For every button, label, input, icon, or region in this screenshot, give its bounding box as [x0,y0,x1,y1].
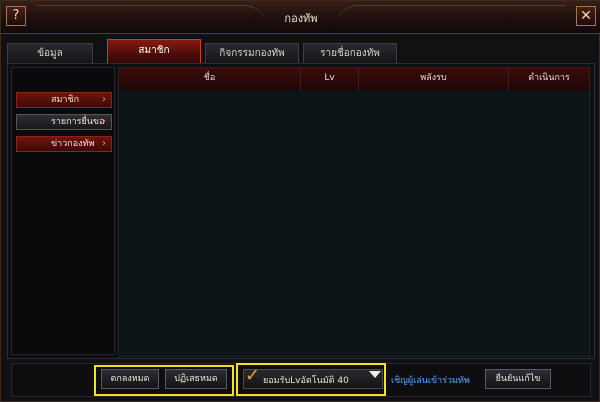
title-bar: กองทัพ ? ✕ [1,1,600,34]
sidebar-item-members[interactable]: สมาชิก › [16,92,112,108]
guild-window: กองทัพ ? ✕ ข้อมูล สมาชิก กิจกรรมกองทัพ ร… [0,0,600,402]
column-header-level[interactable]: Lv [301,68,359,90]
sidebar-item-guild-news[interactable]: ข่าวกองทัพ › [16,136,112,152]
sidebar-item-applications[interactable]: รายการยื่นขอ › [16,114,112,130]
window-title: กองทัพ [284,12,318,25]
highlight-box-accept-reject [94,365,234,396]
highlight-box-auto-accept [236,363,386,396]
tab-members[interactable]: สมาชิก [107,39,201,65]
chevron-right-icon: › [102,138,106,149]
close-icon[interactable]: ✕ [576,6,596,26]
invite-player-link[interactable]: เชิญผู้เล่นเข้าร่วมทัพ [391,373,470,387]
column-header-name[interactable]: ชื่อ [119,68,301,90]
confirm-edit-button[interactable]: ยืนยันแก้ไข [485,369,551,389]
chevron-right-icon: › [102,94,106,105]
help-icon[interactable]: ? [6,6,26,26]
sidebar-item-label: สมาชิก [51,95,80,105]
tab-guild-list[interactable]: รายชื่อกองทัพ [303,43,397,63]
sidebar: สมาชิก › รายการยื่นขอ › ข่าวกองทัพ › [11,67,115,355]
sidebar-item-label: รายการยื่นขอ [51,117,105,127]
tab-guild-activities[interactable]: กิจกรรมกองทัพ [205,43,299,63]
tab-info[interactable]: ข้อมูล [7,43,93,63]
sidebar-item-label: ข่าวกองทัพ [51,139,95,149]
column-header-power[interactable]: พลังรบ [359,68,509,90]
column-header-action[interactable]: ดำเนินการ [509,68,589,90]
chevron-right-icon: › [102,116,106,127]
applications-table: ชื่อ Lv พลังรบ ดำเนินการ [118,67,590,357]
